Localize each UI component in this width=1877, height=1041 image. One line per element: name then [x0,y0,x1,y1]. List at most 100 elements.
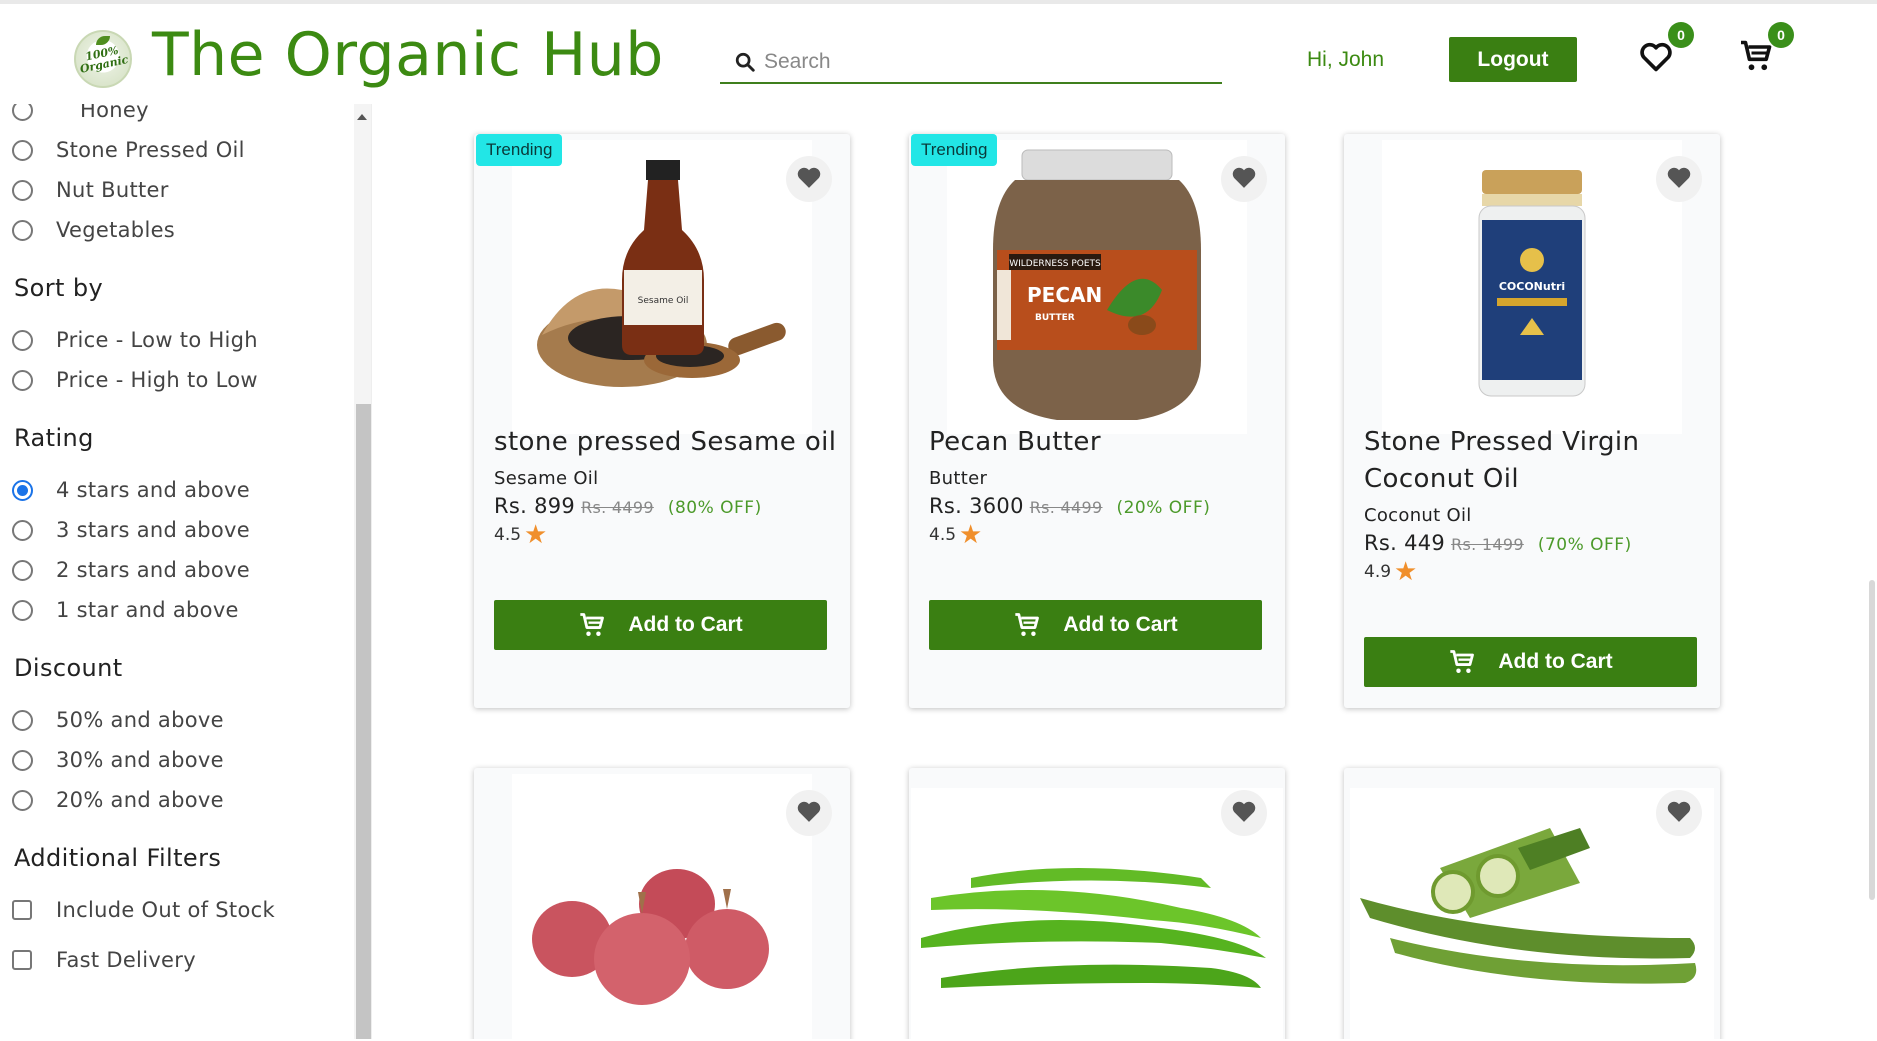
option-label: Price - Low to High [56,328,258,352]
wishlist-toggle[interactable] [1221,156,1267,202]
radio-button[interactable] [12,329,33,351]
page-scrollbar[interactable] [1869,580,1875,900]
filter-fast-delivery[interactable]: Fast Delivery [12,948,196,972]
jar-label-subtitle: BUTTER [1035,313,1075,323]
sort-by-heading: Sort by [14,274,104,302]
filter-include-out-of-stock[interactable]: Include Out of Stock [12,898,275,922]
radio-button[interactable] [12,709,33,731]
wishlist-button[interactable]: 0 [1634,22,1694,80]
option-label: 3 stars and above [56,518,251,542]
heart-icon [1666,165,1692,193]
radio-button[interactable] [12,599,33,621]
heart-icon [1666,799,1692,827]
discount-option-20[interactable]: 20% and above [12,788,224,812]
checkbox[interactable] [12,900,32,920]
organic-logo-badge[interactable]: 100% Organic [74,30,132,88]
rating-option-4-stars[interactable]: 4 stars and above [12,478,250,502]
add-to-cart-button[interactable]: Add to Cart [494,600,827,650]
product-price-row: Rs. 3600 Rs. 4499 (20% OFF) [929,494,1210,518]
wishlist-toggle[interactable] [1656,790,1702,836]
radio-button[interactable] [12,749,33,771]
sidebar-scrollbar-thumb[interactable] [356,404,371,1039]
wishlist-toggle[interactable] [1221,790,1267,836]
radio-button[interactable] [12,559,33,581]
rating-option-2-stars[interactable]: 2 stars and above [12,558,250,582]
wishlist-toggle[interactable] [786,790,832,836]
star-icon: ★ [524,520,548,550]
product-image-pecan-butter[interactable]: WILDERNESS POETS PECAN BUTTER [947,140,1247,434]
category-option-nut-butter[interactable]: Nut Butter [12,178,169,202]
discount-option-50[interactable]: 50% and above [12,708,224,732]
option-label: 30% and above [56,748,224,772]
mrp: Rs. 4499 [581,498,654,517]
radio-button[interactable] [12,519,33,541]
radio-button[interactable] [12,369,33,391]
cart-button[interactable]: 0 [1734,22,1794,80]
radio-button[interactable] [12,139,33,161]
search-icon[interactable] [730,47,760,77]
logo-badge-text: 100% Organic [78,43,130,76]
logout-button[interactable]: Logout [1449,37,1577,82]
option-label: Fast Delivery [56,948,196,972]
product-name-line-1[interactable]: Stone Pressed Virgin [1364,424,1639,461]
rating-option-3-stars[interactable]: 3 stars and above [12,518,250,542]
category-option-honey[interactable]: Honey [12,104,149,122]
discount-heading: Discount [14,654,123,682]
rating-value: 4.5 [929,525,957,545]
sort-option-high-to-low[interactable]: Price - High to Low [12,368,258,392]
rating-value: 4.5 [494,525,522,545]
checkbox[interactable] [12,950,32,970]
discount-option-30[interactable]: 30% and above [12,748,224,772]
radio-button[interactable] [12,104,33,121]
product-image-coconut-oil[interactable]: COCONutri [1382,140,1682,434]
option-label: 4 stars and above [56,478,251,502]
wishlist-toggle[interactable] [1656,156,1702,202]
rating-option-1-star[interactable]: 1 star and above [12,598,239,622]
product-name[interactable]: Pecan Butter [929,424,1101,461]
wishlist-toggle[interactable] [786,156,832,202]
filter-sidebar: Honey Stone Pressed Oil Nut Butter Veget… [0,104,372,1039]
scroll-up-arrow-icon[interactable] [357,114,367,120]
jar-label-title: COCONutri [1499,280,1565,293]
heart-icon [1231,165,1257,193]
product-name[interactable]: stone pressed Sesame oil [494,424,836,461]
product-card[interactable] [474,768,850,1039]
add-to-cart-button[interactable]: Add to Cart [929,600,1262,650]
add-to-cart-button[interactable]: Add to Cart [1364,637,1697,687]
add-to-cart-label: Add to Cart [1063,613,1178,636]
category-option-vegetables[interactable]: Vegetables [12,218,175,242]
product-category: Butter [929,468,988,489]
search-input[interactable] [764,50,1204,74]
option-label: 50% and above [56,708,224,732]
price: Rs. 3600 [929,494,1024,518]
radio-button-selected[interactable] [12,479,33,501]
radio-button[interactable] [12,219,33,241]
trending-badge: Trending [911,134,998,166]
product-card[interactable] [909,768,1285,1039]
cart-icon [1738,38,1774,78]
discount: (80% OFF) [667,498,762,518]
product-image-onions[interactable] [512,774,812,1039]
product-name-line-2[interactable]: Coconut Oil [1364,461,1519,498]
sort-option-low-to-high[interactable]: Price - Low to High [12,328,258,352]
cart-icon [578,611,606,639]
trending-badge: Trending [476,134,563,166]
additional-filters-heading: Additional Filters [14,844,222,872]
category-option-stone-pressed-oil[interactable]: Stone Pressed Oil [12,138,245,162]
option-label: Honey [80,104,149,122]
product-card[interactable]: Trending Sesame Oil stone pressed Sesame… [474,134,850,708]
discount: (70% OFF) [1537,535,1632,555]
radio-button[interactable] [12,179,33,201]
jar-label-title: PECAN [1027,283,1102,307]
product-card[interactable] [1344,768,1720,1039]
product-card[interactable]: Trending WILDERNESS POETS PECAN BUTTER P… [909,134,1285,708]
product-card[interactable]: COCONutri Stone Pressed Virgin Coconut O… [1344,134,1720,708]
star-icon: ★ [1394,557,1418,587]
option-label: Vegetables [56,218,176,242]
radio-button[interactable] [12,789,33,811]
wishlist-count-badge: 0 [1668,22,1694,48]
product-image-sesame-oil[interactable]: Sesame Oil [512,140,812,434]
brand-title[interactable]: The Organic Hub [152,20,664,90]
svg-text:Sesame Oil: Sesame Oil [638,296,689,306]
top-header: 100% Organic The Organic Hub Hi, John Lo… [0,0,1877,104]
